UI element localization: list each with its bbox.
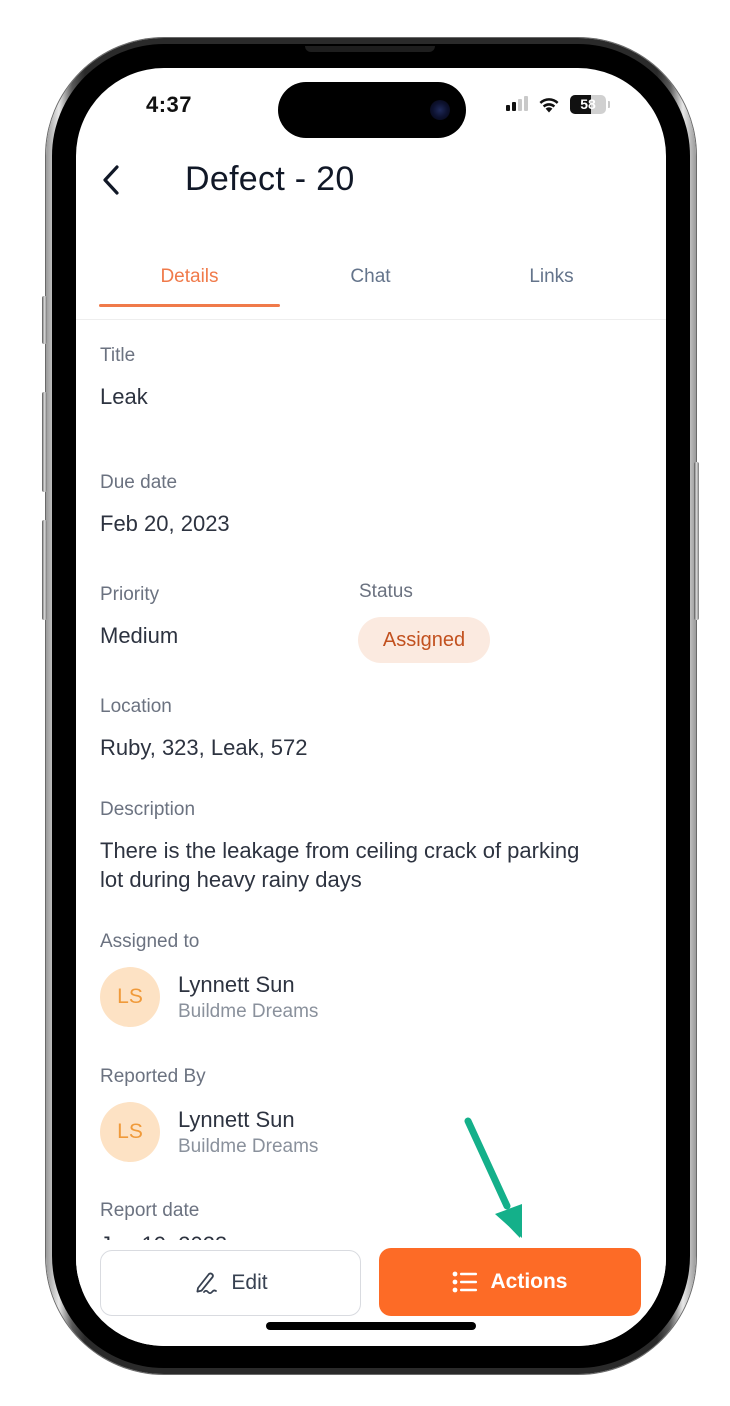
priority-label: Priority [100, 584, 160, 605]
signal-bar [512, 102, 516, 111]
edit-button[interactable]: Edit [100, 1250, 361, 1316]
volume-up-button [42, 392, 47, 492]
title-label: Title [100, 345, 136, 366]
front-camera-icon [430, 100, 450, 120]
page-title: Defect - 20 [185, 160, 355, 198]
description-label: Description [100, 799, 196, 820]
battery-percent: 58 [580, 96, 596, 112]
volume-down-button [42, 520, 47, 620]
actions-label: Actions [490, 1270, 568, 1293]
tab-links[interactable]: Links [461, 248, 642, 306]
bottom-action-bar: Edit Actions [76, 1240, 666, 1346]
status-time: 4:37 [146, 92, 193, 117]
tab-bar: Details Chat Links [76, 248, 666, 320]
app-screen: 4:37 58 Defect - 20 Details Chat Links T… [76, 68, 666, 1346]
actions-button[interactable]: Actions [379, 1248, 641, 1316]
reported-by-label: Reported By [100, 1066, 206, 1087]
priority-value: Medium [100, 623, 179, 648]
wifi-icon [539, 97, 559, 112]
signal-bar [518, 99, 522, 111]
pen-signature-icon [196, 1272, 218, 1295]
battery-icon: 58 [570, 94, 606, 114]
status-label: Status [359, 581, 413, 602]
location-label: Location [100, 696, 172, 717]
assigned-to-label: Assigned to [100, 931, 200, 952]
reporter-org: Buildme Dreams [178, 1136, 319, 1157]
assignee-name: Lynnett Sun [178, 972, 295, 997]
action-button [42, 296, 47, 344]
battery-nub [608, 100, 610, 108]
back-button[interactable] [94, 160, 128, 200]
tab-chat[interactable]: Chat [280, 248, 461, 306]
location-value: Ruby, 323, Leak, 572 [100, 735, 308, 760]
earpiece-speaker [305, 46, 435, 52]
description-value: There is the leakage from ceiling crack … [100, 838, 580, 892]
status-badge: Assigned [358, 617, 490, 663]
title-value: Leak [100, 384, 148, 409]
report-date-label: Report date [100, 1200, 200, 1221]
active-tab-indicator [99, 304, 280, 307]
edit-label: Edit [231, 1271, 268, 1294]
signal-bar [524, 96, 528, 111]
status-icons: 58 [506, 94, 610, 114]
cellular-signal-icon [506, 96, 528, 111]
list-icon [453, 1271, 478, 1293]
tab-details[interactable]: Details [99, 248, 280, 306]
power-button [694, 462, 699, 620]
signal-bar [506, 105, 510, 111]
due-date-value: Feb 20, 2023 [100, 511, 230, 536]
reporter-avatar: LS [100, 1102, 160, 1162]
dynamic-island [278, 82, 466, 138]
home-indicator [266, 1322, 476, 1330]
due-date-label: Due date [100, 472, 178, 493]
chevron-left-icon [103, 165, 119, 195]
reporter-name: Lynnett Sun [178, 1107, 295, 1132]
assignee-org: Buildme Dreams [178, 1001, 319, 1022]
assignee-avatar: LS [100, 967, 160, 1027]
